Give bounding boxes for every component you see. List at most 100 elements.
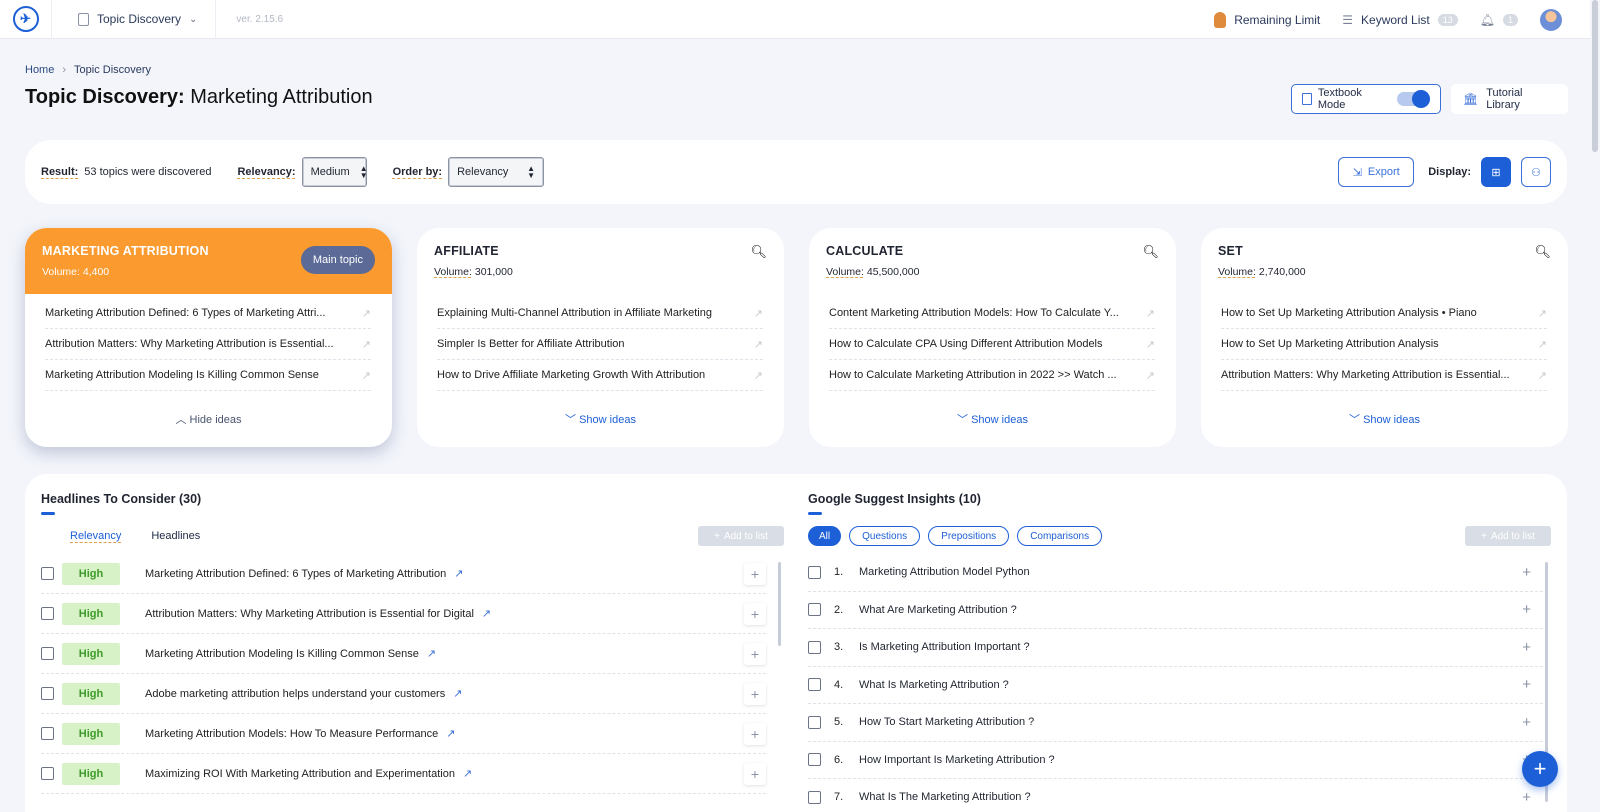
external-link-icon[interactable]: ↗ xyxy=(362,369,371,382)
row-checkbox[interactable] xyxy=(41,727,54,740)
add-suggest-button[interactable]: + xyxy=(1522,676,1531,693)
idea-item[interactable]: How to Calculate Marketing Attribution i… xyxy=(829,360,1155,391)
chip-questions[interactable]: Questions xyxy=(849,526,921,546)
add-suggest-button[interactable]: + xyxy=(1522,601,1531,618)
table-row: High Attribution Matters: Why Marketing A… xyxy=(41,594,766,634)
row-checkbox[interactable] xyxy=(808,790,821,804)
tree-view-button[interactable]: ⚇ xyxy=(1521,157,1551,187)
card-volume: Volume: 2,740,000 xyxy=(1218,266,1306,278)
row-checkbox[interactable] xyxy=(808,715,821,729)
external-link-icon[interactable]: ↗ xyxy=(754,369,763,382)
add-suggest-button[interactable]: + xyxy=(1522,639,1531,656)
order-select[interactable]: Relevancy ▲ ▼ xyxy=(448,157,545,187)
floating-add-button[interactable]: + xyxy=(1522,751,1558,787)
card-title: AFFILIATE xyxy=(434,244,499,258)
external-link-icon[interactable]: ↗ xyxy=(362,338,371,351)
row-checkbox[interactable] xyxy=(808,603,821,617)
notifications-button[interactable]: 🔔︎ 1 xyxy=(1480,13,1518,27)
idea-item[interactable]: Marketing Attribution Modeling Is Killin… xyxy=(45,360,371,391)
app-switcher[interactable]: Topic Discovery ⌄ xyxy=(52,0,217,39)
table-row: High Marketing Attribution Defined: 6 Typ… xyxy=(41,554,766,594)
external-link-icon[interactable]: ↗ xyxy=(427,647,436,660)
idea-item[interactable]: How to Set Up Marketing Attribution Anal… xyxy=(1221,329,1547,360)
column-relevancy[interactable]: Relevancy xyxy=(70,530,121,542)
idea-item[interactable]: How to Drive Affiliate Marketing Growth … xyxy=(437,360,763,391)
headlines-scrollbar[interactable] xyxy=(778,562,781,646)
result-summary: Result: 53 topics were discovered xyxy=(41,166,211,178)
idea-item[interactable]: Marketing Attribution Defined: 6 Types o… xyxy=(45,298,371,329)
row-checkbox[interactable] xyxy=(808,565,821,579)
external-link-icon[interactable]: ↗ xyxy=(1538,369,1547,382)
suggest-add-to-list-button[interactable]: + Add to list xyxy=(1465,526,1551,546)
external-link-icon[interactable]: ↗ xyxy=(1146,338,1155,351)
add-headline-button[interactable]: + xyxy=(744,562,766,585)
chip-prepositions[interactable]: Prepositions xyxy=(928,526,1010,546)
external-link-icon[interactable]: ↗ xyxy=(482,607,491,620)
add-suggest-button[interactable]: + xyxy=(1522,789,1531,806)
external-link-icon[interactable]: ↗ xyxy=(754,338,763,351)
textbook-mode-toggle[interactable] xyxy=(1396,90,1430,108)
row-checkbox[interactable] xyxy=(41,767,54,780)
search-icon[interactable]: 🔍︎ xyxy=(1142,244,1159,260)
row-checkbox[interactable] xyxy=(41,647,54,660)
logo[interactable]: ✈ xyxy=(0,0,52,39)
order-filter: Order by: Relevancy ▲ ▼ xyxy=(393,157,545,187)
add-headline-button[interactable]: + xyxy=(744,762,766,785)
row-checkbox[interactable] xyxy=(808,678,821,692)
external-link-icon[interactable]: ↗ xyxy=(463,767,472,780)
idea-item[interactable]: Explaining Multi-Channel Attribution in … xyxy=(437,298,763,329)
row-checkbox[interactable] xyxy=(41,567,54,580)
row-checkbox[interactable] xyxy=(808,753,821,767)
add-suggest-button[interactable]: + xyxy=(1522,564,1531,581)
chip-all[interactable]: All xyxy=(808,526,842,546)
add-suggest-button[interactable]: + xyxy=(1522,714,1531,731)
headlines-add-to-list-button[interactable]: + Add to list xyxy=(698,526,784,546)
breadcrumb-home[interactable]: Home xyxy=(25,64,54,76)
external-link-icon[interactable]: ↗ xyxy=(1146,369,1155,382)
relevancy-select[interactable]: Medium ▲ ▼ xyxy=(301,157,368,187)
external-link-icon[interactable]: ↗ xyxy=(1538,338,1547,351)
search-icon[interactable]: 🔍︎ xyxy=(1534,244,1551,260)
idea-item[interactable]: Attribution Matters: Why Marketing Attri… xyxy=(1221,360,1547,391)
item-number: 5. xyxy=(834,716,844,729)
external-link-icon[interactable]: ↗ xyxy=(446,727,455,740)
show-ideas-button[interactable]: ﹀ Show ideas xyxy=(1201,411,1568,427)
column-headlines[interactable]: Headlines xyxy=(151,530,200,542)
grid-view-button[interactable]: ⊞ xyxy=(1481,157,1511,187)
idea-item[interactable]: Simpler Is Better for Affiliate Attribut… xyxy=(437,329,763,360)
add-headline-button[interactable]: + xyxy=(744,642,766,665)
external-link-icon[interactable]: ↗ xyxy=(754,307,763,320)
page-scrollbar[interactable] xyxy=(1592,0,1598,152)
row-checkbox[interactable] xyxy=(808,640,821,654)
add-headline-button[interactable]: + xyxy=(744,682,766,705)
search-icon[interactable]: 🔍︎ xyxy=(750,244,767,260)
textbook-mode-button[interactable]: Textbook Mode xyxy=(1291,84,1441,114)
keyword-list-button[interactable]: ☰ Keyword List 13 xyxy=(1342,13,1458,27)
idea-item[interactable]: Attribution Matters: Why Marketing Attri… xyxy=(45,329,371,360)
suggest-list: 1. Marketing Attribution Model Python + 2.… xyxy=(808,554,1543,812)
row-checkbox[interactable] xyxy=(41,687,54,700)
export-button[interactable]: ⇲ Export xyxy=(1338,157,1415,187)
external-link-icon[interactable]: ↗ xyxy=(1538,307,1547,320)
idea-item[interactable]: How to Calculate CPA Using Different Att… xyxy=(829,329,1155,360)
external-link-icon[interactable]: ↗ xyxy=(362,307,371,320)
hide-ideas-button[interactable]: ︿ Hide ideas xyxy=(25,411,392,427)
external-link-icon[interactable]: ↗ xyxy=(1146,307,1155,320)
show-ideas-button[interactable]: ﹀ Show ideas xyxy=(809,411,1176,427)
page-title: Topic Discovery: Marketing Attribution xyxy=(25,86,373,109)
avatar[interactable] xyxy=(1540,8,1562,31)
add-headline-button[interactable]: + xyxy=(744,602,766,625)
show-ideas-button[interactable]: ﹀ Show ideas xyxy=(417,411,784,427)
relevancy-filter: Relevancy: Medium ▲ ▼ xyxy=(237,157,368,187)
external-link-icon[interactable]: ↗ xyxy=(454,567,463,580)
idea-item[interactable]: Content Marketing Attribution Models: Ho… xyxy=(829,298,1155,329)
remaining-limit-button[interactable]: Remaining Limit xyxy=(1214,11,1320,28)
external-link-icon[interactable]: ↗ xyxy=(453,687,462,700)
row-checkbox[interactable] xyxy=(41,607,54,620)
chip-comparisons[interactable]: Comparisons xyxy=(1017,526,1103,546)
card-header: MARKETING ATTRIBUTION Volume: 4,400 Main… xyxy=(25,228,392,294)
order-select-value: Relevancy xyxy=(457,166,509,178)
add-headline-button[interactable]: + xyxy=(744,722,766,745)
tutorial-library-button[interactable]: 🏛︎ Tutorial Library xyxy=(1451,84,1568,114)
idea-item[interactable]: How to Set Up Marketing Attribution Anal… xyxy=(1221,298,1547,329)
